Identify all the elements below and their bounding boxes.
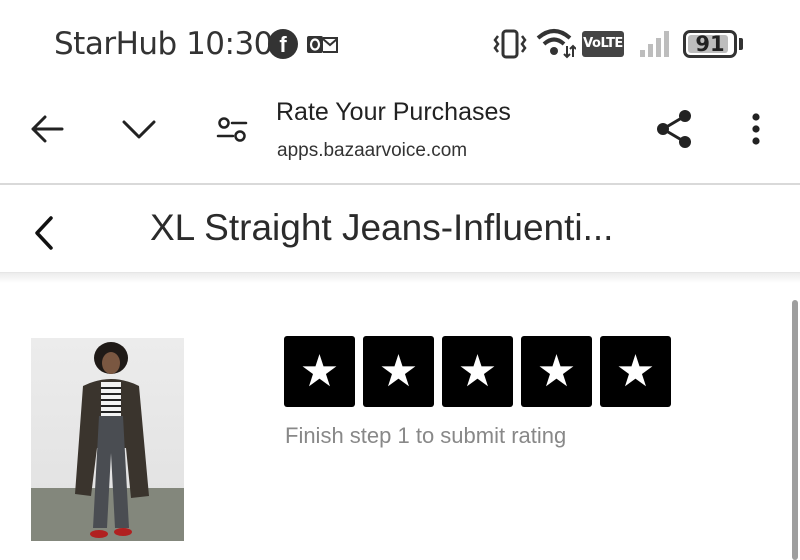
scrollbar[interactable]	[792, 300, 798, 560]
volte-badge: VoLTE	[582, 31, 624, 57]
battery-icon: 91	[683, 30, 737, 58]
facebook-icon: f	[268, 29, 298, 59]
battery-nub	[739, 38, 743, 50]
back-chevron-icon	[35, 216, 53, 250]
product-image	[31, 338, 184, 541]
header-shadow	[0, 273, 800, 283]
star-icon: ★	[615, 345, 656, 397]
page-back-button[interactable]	[26, 210, 62, 256]
signal-icon	[640, 31, 669, 57]
more-options-button[interactable]	[740, 108, 772, 150]
star-2-button[interactable]: ★	[363, 336, 434, 407]
more-vert-icon	[752, 113, 760, 145]
browser-url[interactable]: apps.bazaarvoice.com	[277, 140, 467, 162]
star-4-button[interactable]: ★	[521, 336, 592, 407]
back-button[interactable]	[24, 108, 70, 150]
share-button[interactable]	[652, 106, 696, 152]
star-5-button[interactable]: ★	[600, 336, 671, 407]
star-rating: ★ ★ ★ ★ ★	[284, 336, 671, 407]
tune-icon	[216, 117, 248, 142]
star-icon: ★	[299, 345, 340, 397]
battery-level: 91	[695, 32, 725, 56]
wifi-icon	[536, 29, 576, 59]
outlook-icon	[307, 36, 338, 53]
star-3-button[interactable]: ★	[442, 336, 513, 407]
star-icon: ★	[457, 345, 498, 397]
star-icon: ★	[536, 345, 577, 397]
star-1-button[interactable]: ★	[284, 336, 355, 407]
collapse-button[interactable]	[116, 108, 162, 150]
star-icon: ★	[378, 345, 419, 397]
rating-hint: Finish step 1 to submit rating	[285, 423, 567, 448]
status-bar: StarHub 10:30 f VoLTE 91	[0, 0, 800, 88]
back-arrow-icon	[31, 115, 64, 143]
vibrate-icon	[493, 29, 527, 59]
carrier-time: StarHub 10:30	[54, 26, 273, 62]
browser-page-title[interactable]: Rate Your Purchases	[276, 98, 511, 127]
chevron-down-icon	[122, 120, 156, 139]
site-settings-button[interactable]	[210, 108, 254, 150]
share-icon	[657, 110, 691, 148]
product-title: XL Straight Jeans-Influenti...	[150, 207, 614, 248]
